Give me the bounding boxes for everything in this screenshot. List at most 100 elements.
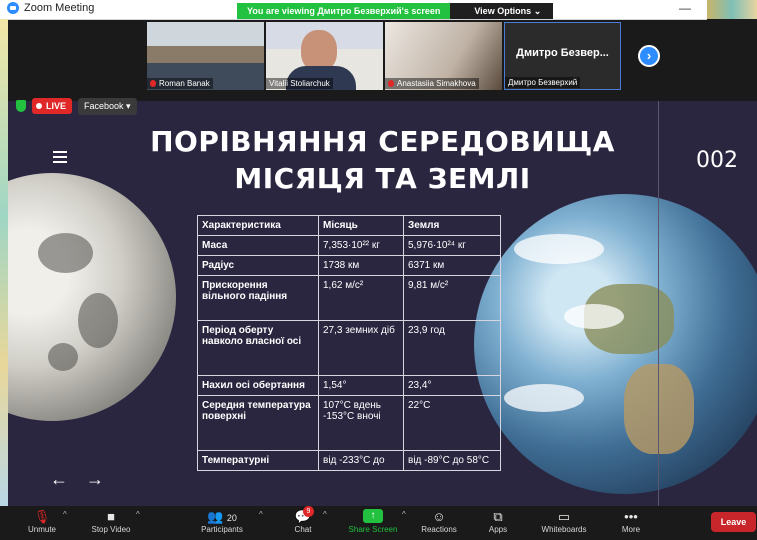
table-cell: 27,3 земних діб xyxy=(318,320,404,376)
more-icon: ••• xyxy=(624,509,638,524)
slide-title: ПОРІВНЯННЯ СЕРЕДОВИЩА МІСЯЦЯ ТА ЗЕМЛІ xyxy=(8,123,757,197)
viewing-banner: You are viewing Дмитро Безверхий's scree… xyxy=(237,3,554,19)
comparison-table: Характеристика Місяць Земля Маса 7,353·1… xyxy=(197,215,501,471)
prev-slide-arrow-icon[interactable]: ← xyxy=(50,469,68,490)
participant-thumbnails: Roman Banak Vitalii Stoliarchuk Anastasi… xyxy=(147,22,621,90)
live-stream-bar: LIVE Facebook ▾ xyxy=(8,96,137,116)
table-cell: Прискорення вільного падіння xyxy=(197,275,319,321)
table-cell: Радіус xyxy=(197,255,319,276)
participant-name: Anastasiia Simakhova xyxy=(397,79,476,88)
table-row: Нахил осі обертання 1,54° 23,4° xyxy=(197,375,501,396)
reactions-icon: ☺ xyxy=(432,509,446,524)
table-cell: від -233°C до xyxy=(318,450,404,471)
leave-button[interactable]: Leave xyxy=(711,512,756,532)
table-header: Місяць xyxy=(318,215,404,236)
window-title: Zoom Meeting xyxy=(24,2,95,14)
next-page-arrow-icon[interactable]: › xyxy=(638,45,660,67)
participants-options-chevron-icon[interactable]: ^ xyxy=(259,510,263,519)
share-screen-label: Share Screen xyxy=(348,525,398,534)
video-options-chevron-icon[interactable]: ^ xyxy=(136,510,140,519)
reactions-button[interactable]: ☺ Reactions xyxy=(418,508,460,534)
security-shield-icon[interactable] xyxy=(16,100,26,112)
table-row: Період оберту навколо власної осі 27,3 з… xyxy=(197,320,501,376)
share-screen-button[interactable]: ↑ Share Screen xyxy=(345,508,401,534)
table-header-row: Характеристика Місяць Земля xyxy=(197,215,501,236)
unmute-label: Unmute xyxy=(27,525,56,534)
participant-video[interactable]: Roman Banak xyxy=(147,22,264,90)
moon-image xyxy=(8,173,176,421)
participants-count: 20 xyxy=(226,513,237,523)
chat-options-chevron-icon[interactable]: ^ xyxy=(323,510,327,519)
earth-image xyxy=(474,194,757,494)
participants-label: Participants xyxy=(201,525,243,534)
table-cell: Температурні xyxy=(197,450,319,471)
stop-video-label: Stop Video xyxy=(91,525,131,534)
desktop-background xyxy=(707,0,757,19)
next-slide-arrow-icon[interactable]: → xyxy=(86,469,104,490)
share-options-chevron-icon[interactable]: ^ xyxy=(402,510,406,519)
table-cell: 23,4° xyxy=(403,375,501,396)
participant-name-tag: Vitalii Stoliarchuk xyxy=(266,78,333,89)
viewing-message: You are viewing Дмитро Безверхий's scree… xyxy=(237,3,451,19)
whiteboards-label: Whiteboards xyxy=(541,525,587,534)
participants-icon: 👥 20 xyxy=(207,509,237,524)
slide-navigation: ← → xyxy=(50,469,104,490)
table-cell: 1,62 м/c² xyxy=(318,275,404,321)
slide-title-line: ПОРІВНЯННЯ СЕРЕДОВИЩА xyxy=(150,125,615,158)
table-cell: 6371 км xyxy=(403,255,501,276)
table-header: Характеристика xyxy=(197,215,319,236)
participant-video[interactable]: Дмитро Безвер... Дмитро Безверхий xyxy=(504,22,621,90)
stop-video-button[interactable]: ■ Stop Video xyxy=(85,508,137,534)
unmute-button[interactable]: 🎙 Unmute xyxy=(22,508,62,534)
video-camera-icon: ■ xyxy=(107,509,115,524)
live-badge[interactable]: LIVE xyxy=(32,98,73,114)
table-cell: 23,9 год xyxy=(403,320,501,376)
chat-label: Chat xyxy=(294,525,312,534)
table-cell: 5,976·10²⁴ кг xyxy=(403,235,501,256)
mic-off-icon xyxy=(150,80,156,87)
audio-options-chevron-icon[interactable]: ^ xyxy=(63,510,67,519)
table-header: Земля xyxy=(403,215,501,236)
table-cell: Маса xyxy=(197,235,319,256)
table-row: Радіус 1738 км 6371 км xyxy=(197,255,501,276)
shared-screen: 002 ПОРІВНЯННЯ СЕРЕДОВИЩА МІСЯЦЯ ТА ЗЕМЛ… xyxy=(8,101,757,513)
participant-name-tag: Roman Banak xyxy=(147,78,213,89)
table-cell: Період оберту навколо власної осі xyxy=(197,320,319,376)
minimize-icon[interactable]: — xyxy=(679,1,691,15)
desktop-background-edge xyxy=(0,19,8,513)
participant-name-tag: Anastasiia Simakhova xyxy=(385,78,479,89)
participant-name-tag: Дмитро Безверхий xyxy=(505,77,581,88)
app-title: Zoom Meeting xyxy=(7,2,94,14)
view-options-button[interactable]: View Options ⌄ xyxy=(450,3,554,19)
table-cell: 7,353·10²² кг xyxy=(318,235,404,256)
table-row: Маса 7,353·10²² кг 5,976·10²⁴ кг xyxy=(197,235,501,256)
table-row: Середня температура поверхні 107°C вдень… xyxy=(197,395,501,451)
participant-name: Дмитро Безверхий xyxy=(508,78,578,87)
table-cell: 1738 км xyxy=(318,255,404,276)
participant-video[interactable]: Anastasiia Simakhova xyxy=(385,22,502,90)
zoom-logo-icon xyxy=(7,2,19,14)
chat-button[interactable]: 💬 9 Chat xyxy=(288,506,318,534)
table-cell: 1,54° xyxy=(318,375,404,396)
whiteboards-button[interactable]: ▭ Whiteboards xyxy=(535,508,593,534)
chat-unread-badge: 9 xyxy=(303,506,314,517)
table-row: Прискорення вільного падіння 1,62 м/c² 9… xyxy=(197,275,501,321)
table-row: Температурні від -233°C до від -89°C до … xyxy=(197,450,501,471)
whiteboard-icon: ▭ xyxy=(557,509,571,524)
participants-button[interactable]: 👥 20 Participants xyxy=(196,508,248,534)
apps-icon: ⧉ xyxy=(493,509,503,524)
table-cell: 9,81 м/c² xyxy=(403,275,501,321)
window-title-bar: Zoom Meeting You are viewing Дмитро Безв… xyxy=(0,0,707,20)
more-label: More xyxy=(621,525,641,534)
mic-off-icon xyxy=(388,80,394,87)
more-button[interactable]: ••• More xyxy=(616,508,646,534)
participant-video[interactable]: Vitalii Stoliarchuk xyxy=(266,22,383,90)
mic-muted-icon: 🎙 xyxy=(33,509,51,524)
table-cell: Нахил осі обертання xyxy=(197,375,319,396)
participant-display-name: Дмитро Безвер... xyxy=(516,47,609,59)
stream-platform-dropdown[interactable]: Facebook ▾ xyxy=(78,97,137,115)
table-cell: Середня температура поверхні xyxy=(197,395,319,451)
participant-name: Vitalii Stoliarchuk xyxy=(269,79,330,88)
apps-button[interactable]: ⧉ Apps xyxy=(484,508,512,534)
table-cell: від -89°C до 58°C xyxy=(403,450,501,471)
